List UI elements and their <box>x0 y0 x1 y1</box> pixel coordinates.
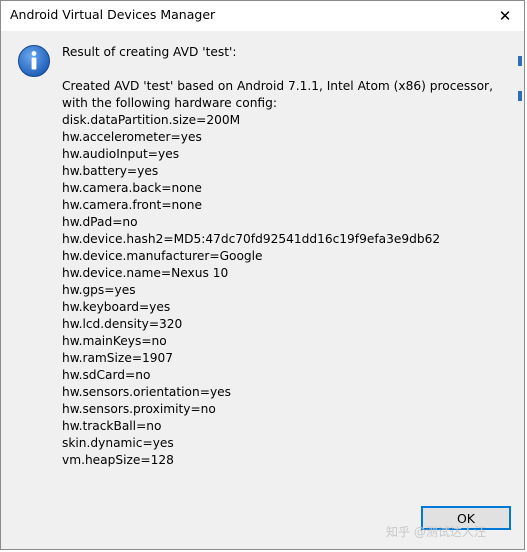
config-line: hw.battery=yes <box>62 164 159 178</box>
config-line: with the following hardware config: <box>62 96 277 110</box>
dialog-window: Android Virtual Devices Manager ✕ Result… <box>0 0 525 550</box>
background-window-edge <box>518 56 522 66</box>
config-line: hw.gps=yes <box>62 283 136 297</box>
title-bar[interactable]: Android Virtual Devices Manager ✕ <box>1 1 524 31</box>
config-line: hw.device.manufacturer=Google <box>62 249 263 263</box>
config-line: hw.trackBall=no <box>62 419 162 433</box>
config-line: hw.sdCard=no <box>62 368 151 382</box>
config-line: hw.keyboard=yes <box>62 300 171 314</box>
config-line: disk.dataPartition.size=200M <box>62 113 241 127</box>
window-title: Android Virtual Devices Manager <box>10 7 216 22</box>
config-line: hw.accelerometer=yes <box>62 130 202 144</box>
message-content: Result of creating AVD 'test': Created A… <box>62 44 504 469</box>
config-line: hw.mainKeys=no <box>62 334 167 348</box>
config-line: skin.dynamic=yes <box>62 436 174 450</box>
config-line: hw.camera.back=none <box>62 181 202 195</box>
config-line: hw.device.hash2=MD5:47dc70fd92541dd16c19… <box>62 232 441 246</box>
config-line: hw.audioInput=yes <box>62 147 180 161</box>
config-line: hw.camera.front=none <box>62 198 202 212</box>
config-line: vm.heapSize=128 <box>62 453 174 467</box>
config-line: hw.sensors.orientation=yes <box>62 385 231 399</box>
background-window-edge <box>1 128 7 140</box>
close-button[interactable]: ✕ <box>486 1 524 31</box>
message-heading: Result of creating AVD 'test': <box>62 45 237 59</box>
config-line: Created AVD 'test' based on Android 7.1.… <box>62 79 493 93</box>
config-line: hw.dPad=no <box>62 215 138 229</box>
config-line: hw.device.name=Nexus 10 <box>62 266 229 280</box>
close-icon: ✕ <box>498 7 512 25</box>
config-line: hw.ramSize=1907 <box>62 351 174 365</box>
background-window-edge <box>518 91 522 101</box>
watermark-text: 知乎 @测试达人汪 <box>386 525 486 539</box>
config-lines: Created AVD 'test' based on Android 7.1.… <box>62 78 504 469</box>
info-icon <box>18 45 50 77</box>
config-line: hw.sensors.proximity=no <box>62 402 216 416</box>
config-line: hw.lcd.density=320 <box>62 317 183 331</box>
